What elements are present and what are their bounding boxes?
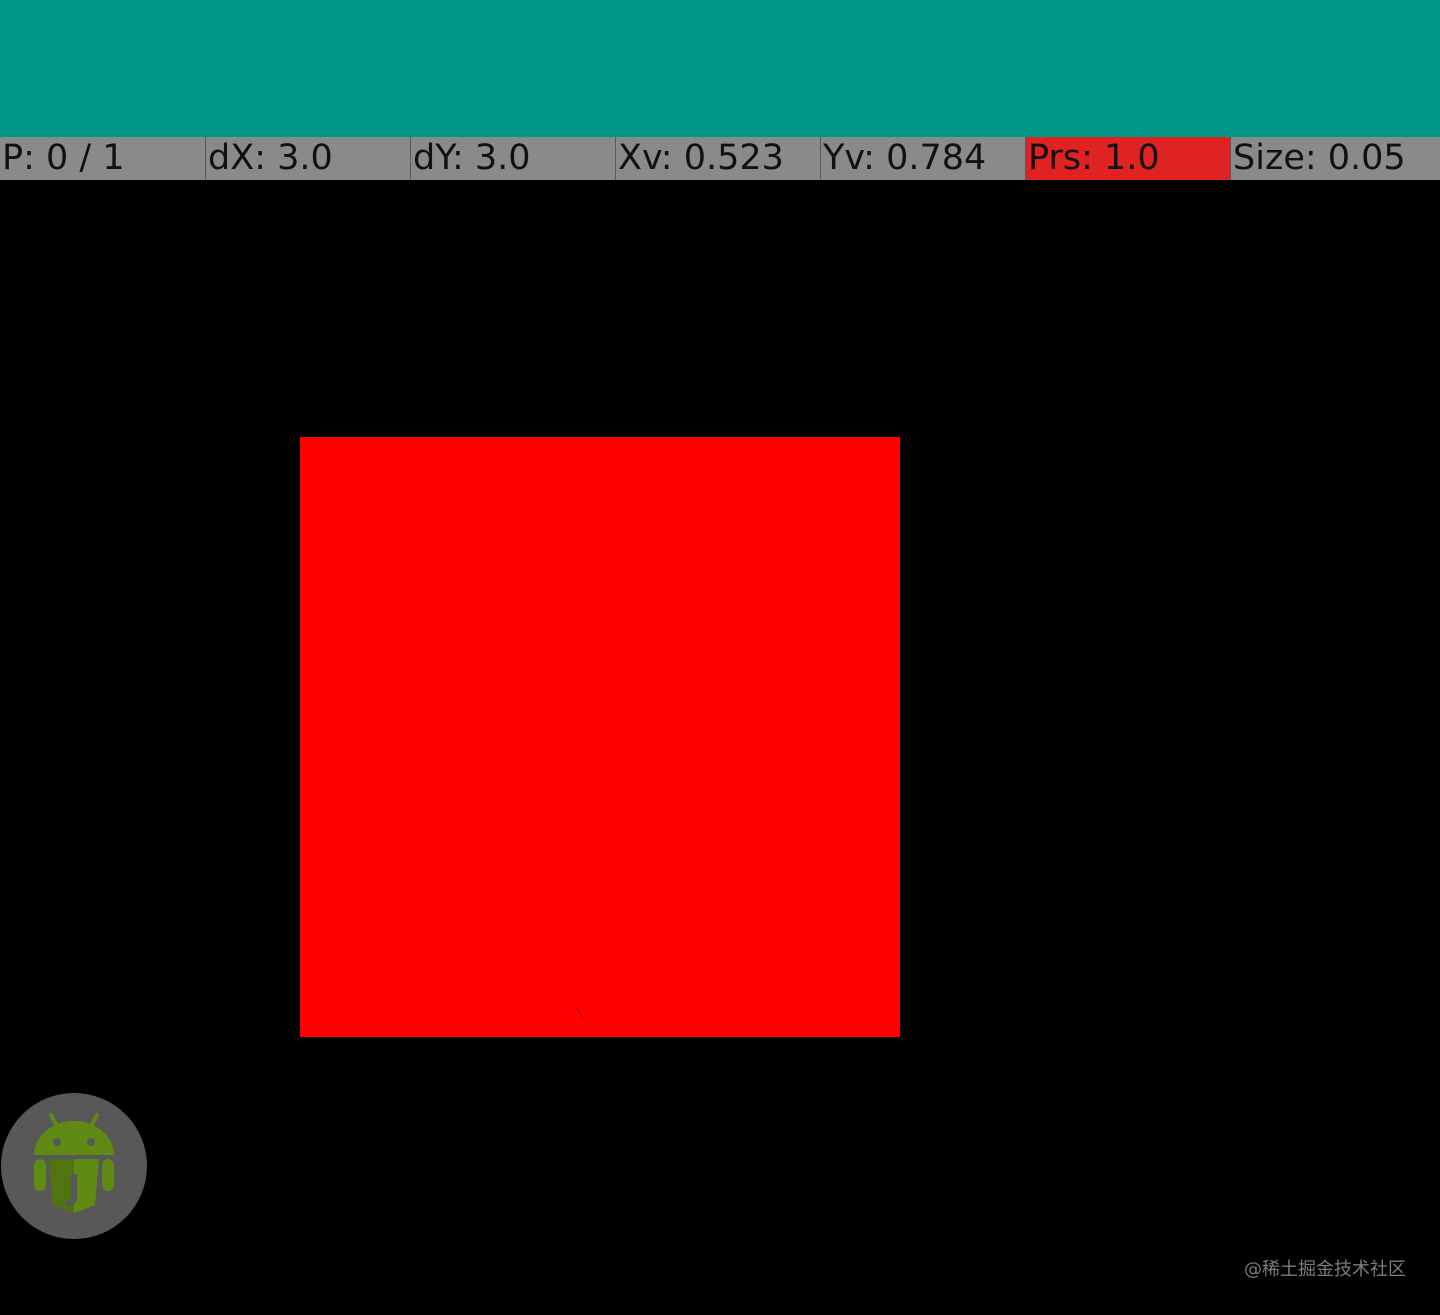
y-velocity-text: Yv: 0.784 [823, 138, 987, 178]
screen: P: 0 / 1 dX: 3.0 dY: 3.0 Xv: 0.523 Yv: 0… [0, 0, 1440, 1315]
pressure-text: Prs: 1.0 [1028, 138, 1160, 178]
dy-cell: dY: 3.0 [410, 137, 615, 180]
app-bar [0, 0, 1440, 137]
android-j-icon: J [34, 1113, 114, 1213]
touch-trace-mark [576, 1007, 584, 1019]
pressure-cell: Prs: 1.0 [1025, 137, 1230, 180]
y-velocity-cell: Yv: 0.784 [820, 137, 1025, 180]
touch-canvas[interactable]: J @稀土掘金技术社区 [0, 180, 1440, 1315]
pointer-count-cell: P: 0 / 1 [0, 137, 205, 180]
pointer-count-text: P: 0 / 1 [2, 138, 125, 178]
dx-cell: dX: 3.0 [205, 137, 410, 180]
x-velocity-text: Xv: 0.523 [618, 138, 784, 178]
fab-letter: J [66, 1168, 81, 1208]
dy-text: dY: 3.0 [413, 138, 531, 178]
size-cell: Size: 0.05 [1230, 137, 1440, 180]
x-velocity-cell: Xv: 0.523 [615, 137, 820, 180]
size-text: Size: 0.05 [1233, 138, 1406, 178]
floating-android-button[interactable]: J [1, 1093, 147, 1239]
watermark: @稀土掘金技术社区 [1244, 1259, 1406, 1280]
red-square[interactable] [300, 437, 900, 1037]
dx-text: dX: 3.0 [208, 138, 333, 178]
pointer-location-bar: P: 0 / 1 dX: 3.0 dY: 3.0 Xv: 0.523 Yv: 0… [0, 137, 1440, 180]
